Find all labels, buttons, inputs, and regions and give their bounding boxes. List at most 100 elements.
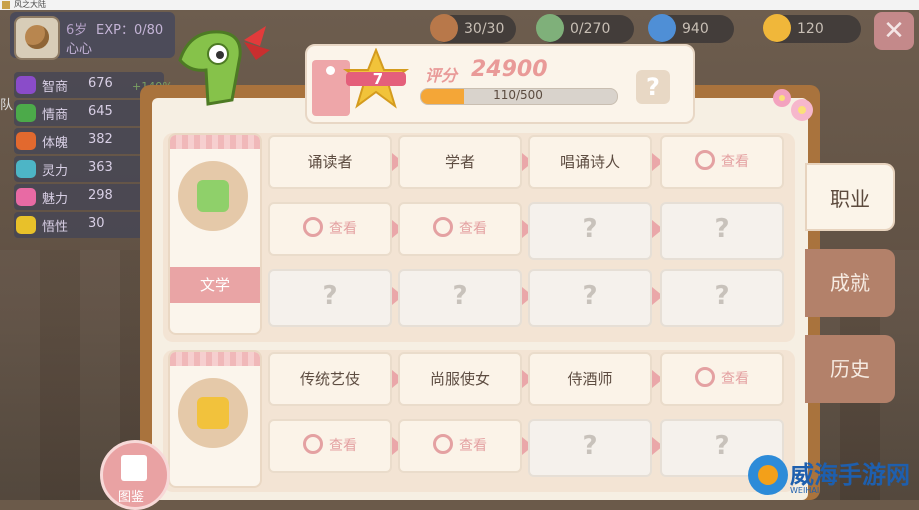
job-slot[interactable]: 学者: [398, 135, 522, 189]
slot-label: 查看: [329, 438, 357, 454]
app-icon: [2, 1, 10, 9]
smiley-coin-icon: [763, 14, 791, 42]
search-icon: [303, 217, 323, 237]
top-hat-shape: [197, 397, 229, 429]
stat-name: 悟性: [42, 220, 69, 235]
stat-icon: [16, 104, 36, 122]
score-value: 24900: [471, 57, 548, 82]
dinosaur-mascot-icon: [178, 26, 270, 106]
flower-decoration-icon: [773, 89, 813, 121]
book-icon: [121, 455, 147, 481]
tab-1[interactable]: 成就: [805, 249, 895, 317]
search-icon: [433, 434, 453, 454]
search-icon: [695, 150, 715, 170]
help-button[interactable]: ?: [636, 70, 670, 104]
stat-name: 魅力: [42, 192, 69, 207]
category-card[interactable]: 文学: [168, 133, 262, 335]
search-icon: [303, 434, 323, 454]
stat-value: 30: [88, 216, 105, 231]
view-slot[interactable]: 查看: [660, 352, 784, 406]
stat-value: 363: [88, 160, 113, 175]
resource-counter: 120: [763, 14, 861, 43]
close-button[interactable]: ✕: [874, 12, 914, 50]
locked-slot[interactable]: ?: [528, 269, 652, 327]
watermark-subtext: WEIHAI: [790, 486, 820, 495]
slot-label: ?: [322, 281, 338, 311]
slot-label: 侍酒师: [567, 370, 613, 388]
stat-value: 382: [88, 132, 113, 147]
character-exp: EXP：0/80: [96, 23, 164, 38]
slot-label: 唱诵诗人: [559, 153, 620, 171]
slot-label: ?: [582, 214, 598, 244]
feather-icon: [536, 14, 564, 42]
slot-label: ?: [714, 214, 730, 244]
bread-icon: [430, 14, 458, 42]
window-title: 风之大陆: [14, 0, 46, 9]
view-slot[interactable]: 查看: [398, 202, 522, 256]
category-stripe: [170, 352, 260, 366]
resource-value: 30/30: [464, 21, 505, 37]
slot-label: 查看: [459, 438, 487, 454]
stat-name: 灵力: [42, 164, 69, 179]
job-slot[interactable]: 唱诵诗人: [528, 135, 652, 189]
view-slot[interactable]: 查看: [660, 135, 784, 189]
category-card[interactable]: [168, 350, 262, 488]
job-slot[interactable]: 侍酒师: [528, 352, 652, 406]
locked-slot[interactable]: ?: [528, 202, 652, 260]
score-label: 评分: [425, 66, 458, 85]
stat-value: 645: [88, 104, 113, 119]
slot-label: ?: [714, 281, 730, 311]
search-icon: [433, 217, 453, 237]
book-label: 图鉴: [118, 490, 145, 505]
slot-label: 诵读者: [307, 153, 353, 171]
side-label: 队: [0, 98, 14, 113]
resource-value: 940: [682, 21, 709, 37]
category-stripe: [170, 135, 260, 149]
locked-slot[interactable]: ?: [660, 269, 784, 327]
character-age: 6岁: [66, 23, 88, 38]
view-slot[interactable]: 查看: [398, 419, 522, 473]
slot-label: 查看: [459, 221, 487, 237]
slot-label: 学者: [444, 153, 475, 171]
stat-icon: [16, 132, 36, 150]
magnifier-icon: [178, 161, 248, 231]
stat-name: 智商: [42, 80, 69, 95]
view-slot[interactable]: 查看: [268, 202, 392, 256]
slot-label: ?: [582, 281, 598, 311]
top-hat-icon: [178, 378, 248, 448]
job-slot[interactable]: 诵读者: [268, 135, 392, 189]
view-slot[interactable]: 查看: [268, 419, 392, 473]
avatar[interactable]: [14, 16, 60, 60]
tab-2[interactable]: 历史: [805, 335, 895, 403]
watermark-logo-icon: [748, 455, 788, 495]
job-slot[interactable]: 传统艺伎: [268, 352, 392, 406]
stat-icon: [16, 216, 36, 234]
resource-value: 0/270: [570, 21, 611, 37]
slot-label: 尚服使女: [429, 370, 490, 388]
stat-name: 情商: [42, 108, 69, 123]
slot-label: 传统艺伎: [299, 370, 360, 388]
lightning-icon: [648, 14, 676, 42]
locked-slot[interactable]: ?: [268, 269, 392, 327]
slot-label: ?: [714, 431, 730, 461]
stat-icon: [16, 160, 36, 178]
resource-counter: 940: [648, 14, 734, 43]
job-slot[interactable]: 尚服使女: [398, 352, 522, 406]
slot-label: 查看: [721, 154, 749, 170]
tab-0[interactable]: 职业: [805, 163, 895, 231]
magnifier-glass: [197, 180, 229, 212]
resource-counter: 0/270: [536, 14, 634, 43]
watermark-text: 威海手游网: [790, 461, 910, 489]
category-label: 文学: [170, 267, 260, 303]
level-number: 7: [372, 70, 384, 88]
stat-value: 298: [88, 188, 113, 203]
resource-value: 120: [797, 21, 824, 37]
locked-slot[interactable]: ?: [398, 269, 522, 327]
locked-slot[interactable]: ?: [660, 202, 784, 260]
slot-label: 查看: [721, 371, 749, 387]
resource-counter: 30/30: [430, 14, 516, 43]
locked-slot[interactable]: ?: [528, 419, 652, 477]
slot-label: ?: [582, 431, 598, 461]
stat-name: 体魄: [42, 136, 69, 151]
stat-value: 676: [88, 76, 113, 91]
